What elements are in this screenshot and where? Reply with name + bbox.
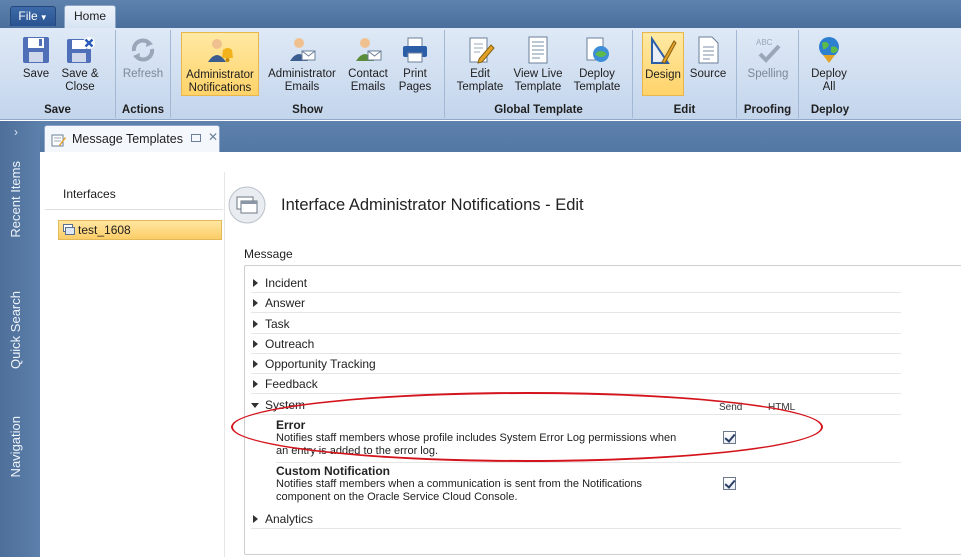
expand-arrow-icon bbox=[253, 380, 258, 388]
print-pages-button[interactable]: Print Pages bbox=[395, 32, 435, 96]
ribbon-group-global-template: Edit Template View Live Template Deploy … bbox=[445, 30, 633, 118]
interface-icon bbox=[63, 224, 75, 235]
source-button[interactable]: Source bbox=[686, 32, 730, 96]
category-task[interactable]: Task bbox=[251, 314, 901, 334]
administrator-notifications-button[interactable]: Administrator Notifications bbox=[181, 32, 259, 96]
source-icon bbox=[698, 36, 719, 64]
admin-bell-icon bbox=[208, 39, 233, 62]
view-live-template-button[interactable]: View Live Template bbox=[509, 32, 567, 96]
chevron-right-icon[interactable]: › bbox=[14, 125, 18, 139]
group-label-show: Show bbox=[292, 104, 323, 116]
design-icon bbox=[651, 36, 677, 64]
expand-arrow-icon bbox=[253, 320, 258, 328]
contact-email-icon bbox=[356, 38, 382, 61]
document-tab-bar: Message Templates ✕ bbox=[40, 121, 961, 153]
spelling-button[interactable]: ABC Spelling bbox=[743, 32, 793, 96]
notification-custom: Custom Notification Notifies staff membe… bbox=[276, 464, 736, 504]
group-label-global-template: Global Template bbox=[494, 104, 583, 116]
editor-content: Interfaces test_1608 Interface Administr… bbox=[40, 152, 961, 557]
edit-template-icon bbox=[469, 37, 495, 64]
deploy-template-button[interactable]: Deploy Template bbox=[569, 32, 625, 96]
category-incident[interactable]: Incident bbox=[251, 273, 901, 293]
notification-title: Custom Notification bbox=[276, 464, 390, 478]
recent-items-pane[interactable]: Recent Items bbox=[8, 161, 23, 238]
category-analytics[interactable]: Analytics bbox=[251, 509, 901, 529]
ribbon-group-deploy: Deploy All Deploy bbox=[799, 30, 861, 118]
ribbon-group-actions: Refresh Actions bbox=[116, 30, 171, 118]
globe-deploy-icon bbox=[819, 37, 839, 63]
category-outreach[interactable]: Outreach bbox=[251, 334, 901, 354]
close-icon[interactable]: ✕ bbox=[208, 130, 218, 144]
group-label-edit: Edit bbox=[673, 104, 696, 116]
save-close-icon bbox=[67, 37, 95, 63]
save-close-button[interactable]: Save & Close bbox=[58, 32, 102, 96]
expand-arrow-icon bbox=[253, 299, 258, 307]
page-title: Interface Administrator Notifications - … bbox=[281, 196, 584, 214]
ribbon-group-save: Save Save & Close Save bbox=[0, 30, 116, 118]
ribbon-group-proofing: ABC Spelling Proofing bbox=[737, 30, 799, 118]
float-window-icon[interactable] bbox=[191, 134, 201, 142]
spelling-icon: ABC bbox=[756, 38, 781, 63]
view-template-icon bbox=[528, 36, 548, 64]
windows-icon bbox=[228, 186, 266, 224]
group-label-actions: Actions bbox=[121, 104, 165, 116]
interfaces-heading: Interfaces bbox=[63, 187, 116, 201]
notification-description: component on the Oracle Service Cloud Co… bbox=[276, 491, 518, 503]
contact-emails-button[interactable]: Contact Emails bbox=[343, 32, 393, 96]
group-label-proofing: Proofing bbox=[743, 104, 792, 116]
interface-item-test-1608[interactable]: test_1608 bbox=[58, 220, 222, 240]
message-templates-tab[interactable]: Message Templates ✕ bbox=[44, 125, 220, 153]
quick-search-pane[interactable]: Quick Search bbox=[8, 291, 23, 369]
ribbon-tab-strip: File ▼ Home bbox=[0, 0, 961, 29]
navigation-pane[interactable]: Navigation bbox=[8, 416, 23, 477]
deploy-all-button[interactable]: Deploy All bbox=[807, 32, 851, 96]
expand-arrow-icon bbox=[253, 340, 258, 348]
admin-email-icon bbox=[290, 38, 316, 61]
home-tab[interactable]: Home bbox=[64, 5, 116, 29]
notification-description: Notifies staff members when a communicat… bbox=[276, 478, 643, 490]
group-label-deploy: Deploy bbox=[810, 104, 850, 116]
chevron-down-icon: ▼ bbox=[39, 13, 48, 22]
ribbon-group-show: Administrator Notifications Administrato… bbox=[171, 30, 445, 118]
expand-arrow-icon bbox=[253, 279, 258, 287]
save-button[interactable]: Save bbox=[16, 32, 56, 96]
ribbon: Save Save & Close Save Refresh Actions A… bbox=[0, 28, 961, 120]
message-section-title: Message bbox=[244, 247, 293, 261]
refresh-button[interactable]: Refresh bbox=[121, 32, 165, 96]
category-opportunity-tracking[interactable]: Opportunity Tracking bbox=[251, 354, 901, 374]
category-answer[interactable]: Answer bbox=[251, 293, 901, 313]
floppy-icon bbox=[23, 37, 49, 63]
message-template-icon bbox=[51, 134, 66, 147]
sidebar-splitter[interactable] bbox=[224, 172, 225, 557]
file-menu-tab[interactable]: File ▼ bbox=[10, 6, 56, 26]
administrator-emails-button[interactable]: Administrator Emails bbox=[263, 32, 341, 96]
left-navigation-bar: › Recent Items Quick Search Navigation bbox=[0, 121, 40, 557]
refresh-icon bbox=[131, 38, 155, 62]
divider bbox=[45, 209, 223, 210]
printer-icon bbox=[403, 37, 427, 63]
group-label-save: Save bbox=[44, 104, 71, 116]
category-feedback[interactable]: Feedback bbox=[251, 374, 901, 394]
expand-arrow-icon bbox=[253, 360, 258, 368]
collapse-arrow-icon bbox=[251, 403, 259, 408]
svg-text:ABC: ABC bbox=[756, 38, 773, 47]
red-annotation-ellipse bbox=[231, 392, 823, 462]
design-button[interactable]: Design bbox=[642, 32, 684, 96]
deploy-template-icon bbox=[586, 37, 609, 62]
divider bbox=[276, 462, 901, 463]
edit-template-button[interactable]: Edit Template bbox=[453, 32, 507, 96]
ribbon-group-edit: Design Source Edit bbox=[633, 30, 737, 118]
expand-arrow-icon bbox=[253, 515, 258, 523]
custom-notification-send-checkbox[interactable] bbox=[723, 477, 736, 490]
